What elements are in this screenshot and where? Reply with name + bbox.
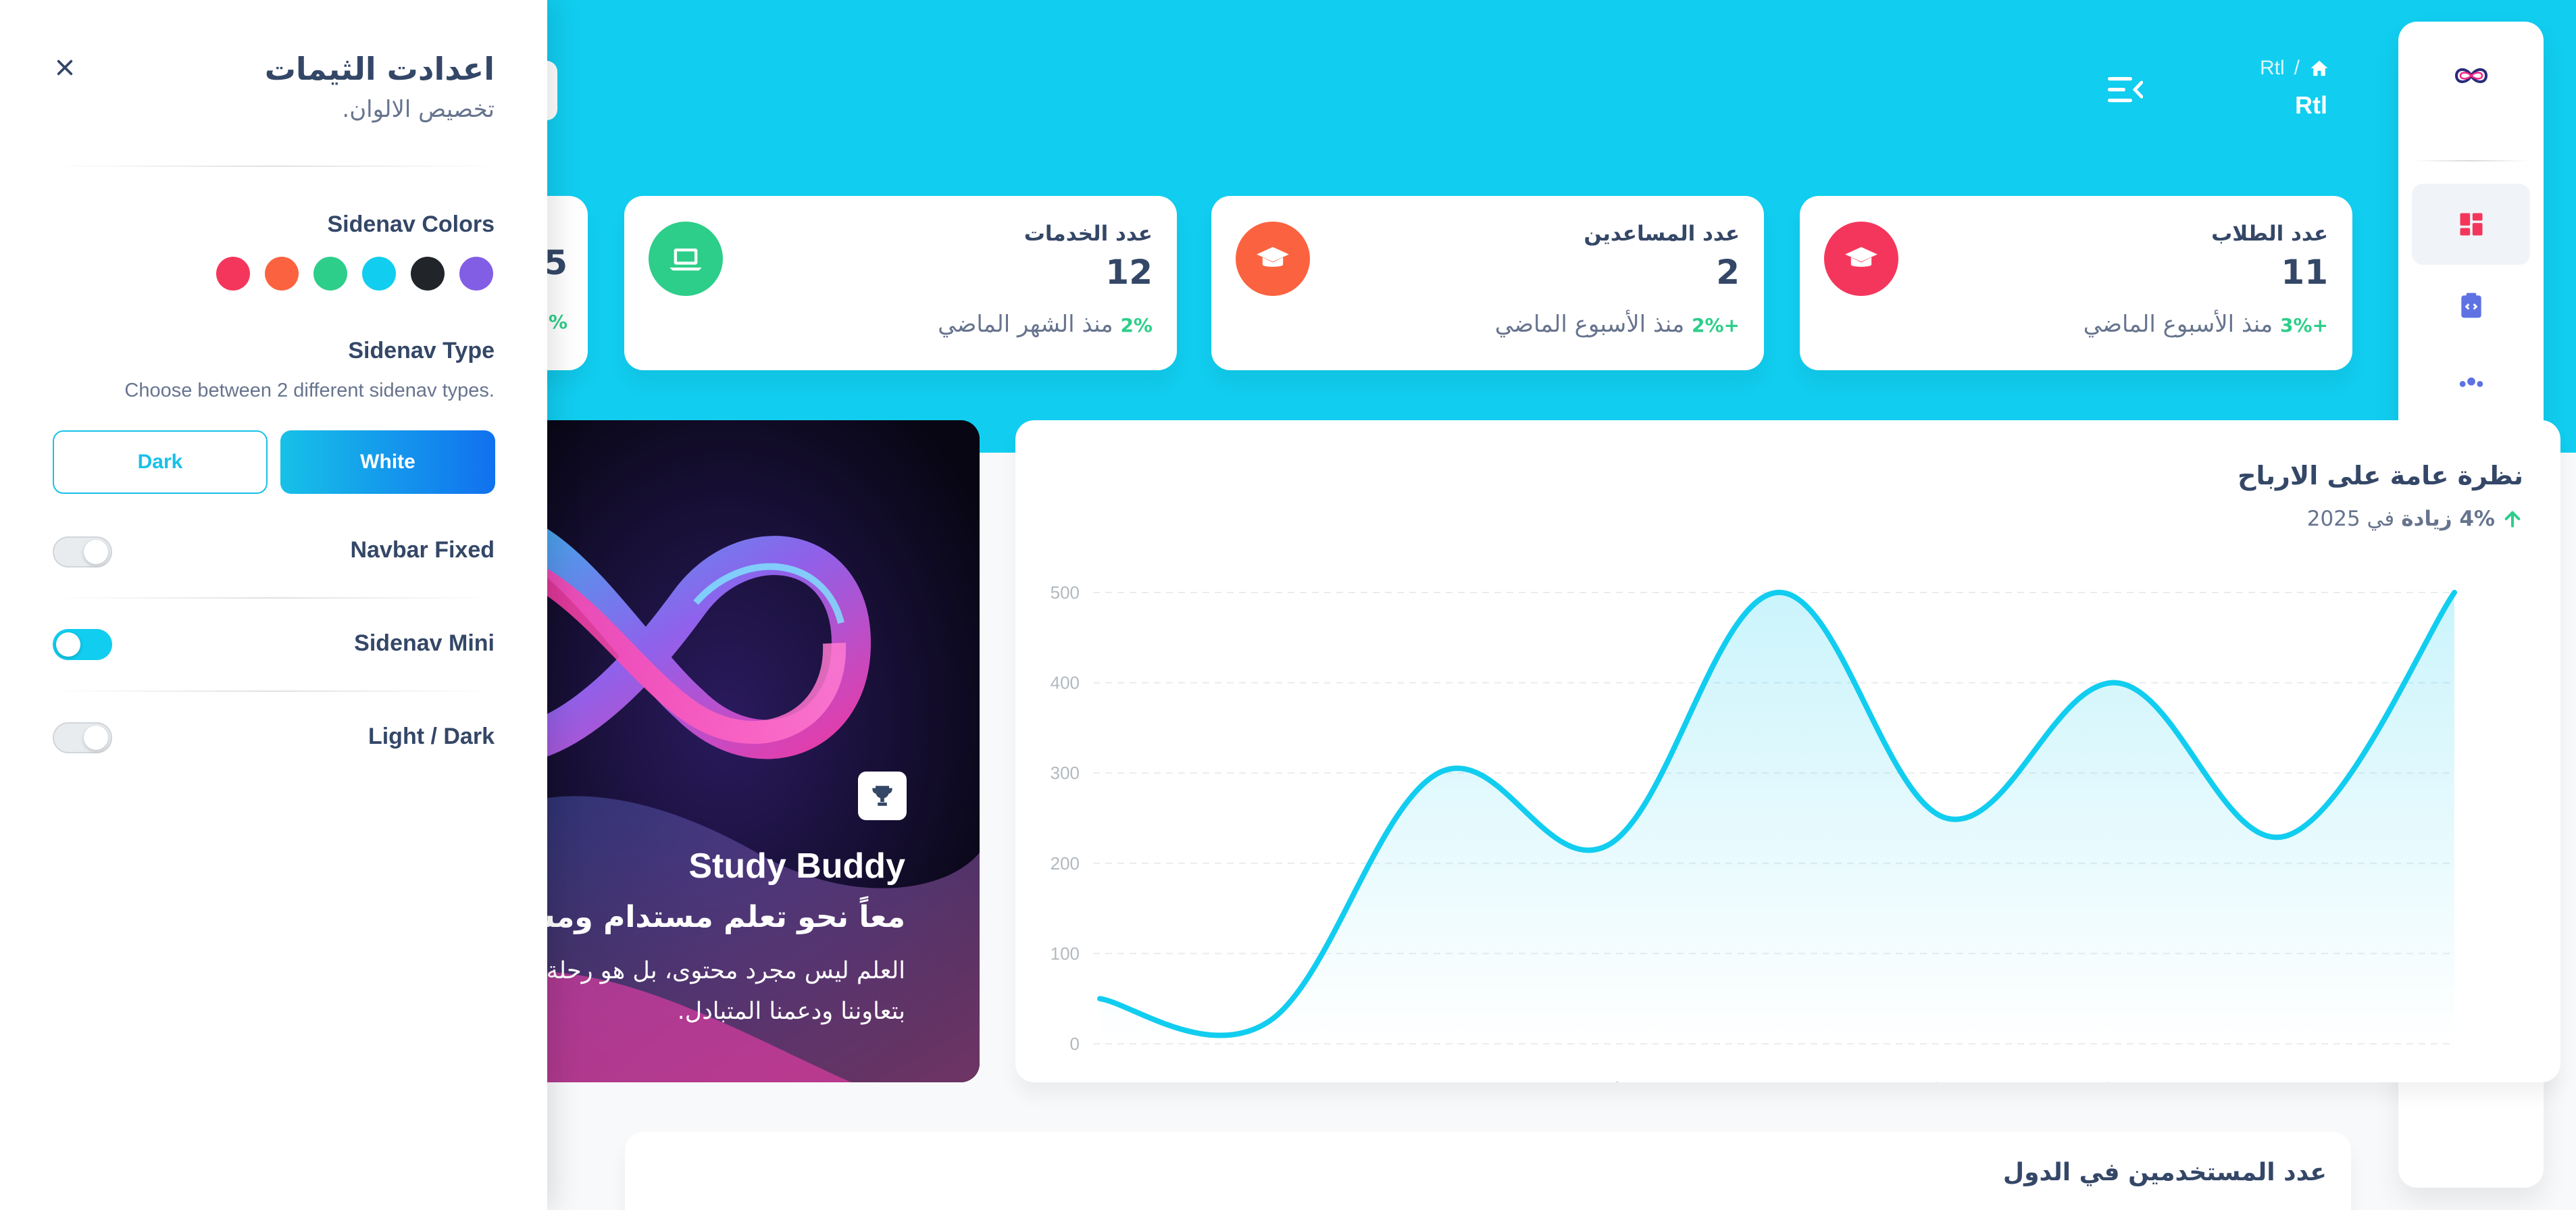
stat-change-suffix: منذ الشهر الماضي — [938, 311, 1121, 338]
graduation-cap-icon — [1236, 222, 1310, 296]
chart-x-tick-label: Aug — [1761, 1078, 1792, 1082]
configurator-subtitle: تخصيص الالوان. — [342, 96, 495, 123]
stat-change-percent: +3% — [2279, 314, 2328, 336]
sidenav-item-dashboard[interactable] — [2412, 184, 2530, 265]
sidenav-divider — [2412, 160, 2530, 161]
close-button[interactable] — [53, 55, 77, 80]
graduation-cap-icon — [1824, 222, 1898, 296]
configurator-title: اعدادت الثيمات — [264, 51, 495, 87]
sidenav-mini-label: Sidenav Mini — [354, 630, 495, 656]
stat-card: عدد المساعدين 2 +2% منذ الأسبوع الماضي — [1211, 196, 1764, 370]
light-dark-toggle[interactable] — [53, 722, 112, 753]
chart-y-tick-label: 500 — [1051, 582, 1080, 603]
feature-text: العلم ليس مجرد محتوى، بل هو رحلة بتعاونن… — [547, 951, 905, 1032]
code-clipboard-icon — [2460, 293, 2481, 318]
light-dark-label: Light / Dark — [368, 724, 495, 749]
users-by-country-card: عدد المستخدمين في الدول — [625, 1132, 2351, 1210]
trophy-icon — [858, 772, 907, 820]
stat-value: 2 — [1716, 253, 1740, 292]
sidenav-type-white-button[interactable]: White — [280, 430, 495, 494]
stat-title: عدد الطلاب — [2211, 222, 2328, 246]
page-title: Rtl — [2295, 91, 2327, 119]
chart-y-tick-label: 100 — [1051, 943, 1080, 963]
stat-value: 11 — [2281, 253, 2328, 292]
stat-change: +3% منذ الأسبوع الماضي — [2083, 311, 2328, 338]
feature-card: Study Buddy معاً نحو تعلم مستدام ومشا ال… — [473, 420, 980, 1082]
stat-change-suffix: منذ الأسبوع الماضي — [1494, 311, 1692, 338]
divider — [53, 690, 495, 692]
toggle-knob — [56, 632, 80, 657]
chart-y-tick-label: 0 — [1070, 1034, 1080, 1054]
stat-change-suffix: منذ الأسبوع الماضي — [2083, 311, 2280, 338]
chart-x-tick-label: Sep — [1931, 1078, 1962, 1082]
sidenav-color-swatch[interactable] — [313, 257, 347, 291]
chart-x-tick-label: Oct — [2102, 1078, 2130, 1082]
stat-change: +2% منذ الأسبوع الماضي — [1495, 311, 1740, 338]
divider — [53, 597, 495, 599]
chart-y-tick-label: 400 — [1051, 673, 1080, 693]
dashboard-icon — [2460, 213, 2482, 236]
sidenav-item-code-clipboard[interactable] — [2412, 265, 2530, 346]
feature-text-line: بتعاوننا ودعمنا المتبادل. — [677, 998, 905, 1025]
stat-change: 2% منذ الشهر الماضي — [938, 311, 1153, 338]
stat-change: % — [548, 311, 567, 333]
sidenav-color-swatch[interactable] — [459, 257, 493, 291]
stat-value: 12 — [1105, 253, 1153, 292]
sidenav-color-swatch[interactable] — [411, 257, 445, 291]
breadcrumb-separator: / — [2294, 57, 2300, 79]
sidenav-color-swatch[interactable] — [362, 257, 396, 291]
stat-change-percent: +2% — [1691, 314, 1740, 336]
stat-value: 5 — [544, 243, 567, 282]
feature-text-line: العلم ليس مجرد محتوى، بل هو رحلة — [546, 957, 905, 984]
sidenav-type-description: Choose between 2 different sidenav types… — [124, 380, 495, 401]
menu-toggle-icon[interactable] — [2108, 74, 2143, 105]
laptop-icon — [649, 222, 723, 296]
stat-card: عدد الطلاب 11 +3% منذ الأسبوع الماضي — [1800, 196, 2352, 370]
chart-x-tick-label: Dec — [2439, 1078, 2470, 1082]
breadcrumb: Rtl / — [2240, 57, 2329, 80]
chart-area — [1100, 592, 2454, 1044]
chart-x-tick-label: Apr — [1086, 1078, 1114, 1082]
navbar-fixed-toggle[interactable] — [53, 536, 112, 568]
earnings-chart-card: نظرة عامة على الارباح 4% زيادة في 2025 0… — [1015, 420, 2560, 1082]
sidenav-type-dark-button[interactable]: Dark — [53, 430, 268, 494]
sidenav-color-swatch[interactable] — [216, 257, 250, 291]
navbar-fixed-label: Navbar Fixed — [350, 537, 495, 563]
sidenav-colors-label: Sidenav Colors — [327, 211, 495, 237]
chart-x-tick-label: May — [1253, 1078, 1286, 1082]
close-icon — [57, 59, 73, 76]
chart-y-tick-label: 200 — [1051, 853, 1080, 874]
users-icon — [2459, 377, 2483, 387]
feature-subtitle: معاً نحو تعلم مستدام ومشا — [514, 900, 905, 934]
chart-x-tick-label: Jul — [1596, 1078, 1619, 1082]
chart-x-tick-label: Jun — [1424, 1078, 1453, 1082]
stat-change-percent: 2% — [1120, 314, 1153, 336]
sidenav-mini-toggle[interactable] — [53, 629, 112, 660]
sidenav-item-users[interactable] — [2412, 346, 2530, 427]
stat-card: عدد الخدمات 12 2% منذ الشهر الماضي — [624, 196, 1177, 370]
toggle-knob — [84, 726, 108, 750]
feature-title: Study Buddy — [688, 847, 905, 886]
divider — [53, 166, 495, 167]
earnings-chart: 0 100 200 300 400 500 Apr May Jun Jul Aug Sep Oct Nov… — [1051, 582, 2471, 1082]
sidenav-type-label: Sidenav Type — [348, 338, 495, 363]
logo-icon[interactable] — [2451, 55, 2492, 96]
stat-title: عدد المساعدين — [1584, 222, 1740, 246]
configurator-panel: اعدادت الثيمات تخصيص الالوان. Sidenav Co… — [0, 0, 547, 1210]
toggle-knob — [84, 540, 108, 564]
sidenav-color-swatch[interactable] — [265, 257, 299, 291]
stat-title: عدد الخدمات — [1024, 222, 1153, 246]
chart-x-tick-label: Nov — [2269, 1078, 2300, 1082]
users-by-country-title: عدد المستخدمين في الدول — [2002, 1159, 2327, 1186]
chart-y-tick-label: 300 — [1051, 763, 1080, 783]
breadcrumb-current[interactable]: Rtl — [2260, 57, 2285, 80]
home-icon[interactable] — [2309, 58, 2329, 78]
